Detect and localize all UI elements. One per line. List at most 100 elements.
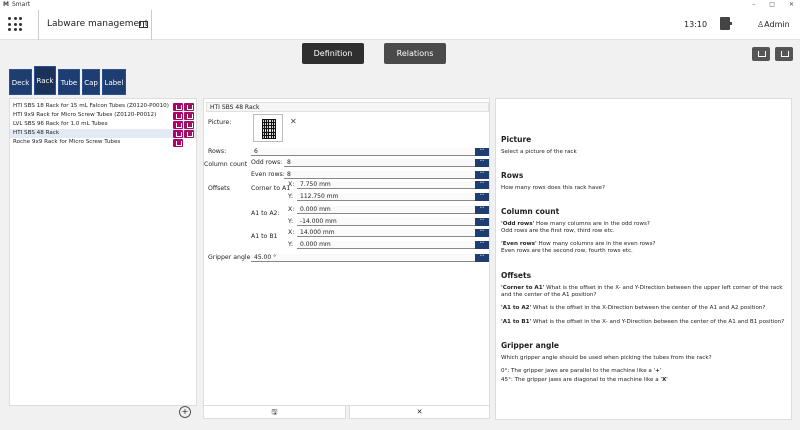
save-icon: 🖫 [271, 408, 278, 416]
page-title: Labware management [47, 19, 149, 29]
rack-picture[interactable] [253, 114, 283, 142]
gripper-angle-label: Gripper angle: [208, 254, 253, 261]
stepper-icon[interactable]: ˄˅ [475, 159, 489, 167]
delete-icon[interactable] [173, 139, 183, 147]
help-a1a2-text: 'A1 to A2' What is the offset in the X-D… [501, 305, 765, 313]
even-rows-value: 8 [287, 171, 291, 178]
odd-rows-label: Odd rows: [251, 159, 283, 166]
rack-definition-form: HTI SBS 48 Rack Picture: ✕ Rows: 6 ˄˅ Col… [203, 98, 490, 406]
a1-b1-y-input[interactable]: 0.000 mm ˄˅ [297, 241, 489, 249]
rows-value: 6 [254, 148, 258, 155]
list-item[interactable]: HTI SBS 18 Rack for 15 mL Falcon Tubes (… [10, 102, 196, 111]
help-a1b1-key: 'A1 to B1' [501, 319, 532, 325]
help-odd-rows-text2: Odd rows are the first row, third row et… [501, 228, 615, 234]
close-icon[interactable]: ✕ [789, 0, 794, 10]
window-titlebar: M Smart – □ ✕ [0, 0, 800, 10]
delete-icon[interactable] [173, 121, 183, 129]
a1-a2-y-input[interactable]: -14.000 mm ˄˅ [297, 218, 489, 226]
help-corner-text2: and the center of the A1 position? [501, 292, 597, 298]
help-gripper-text: Which gripper angle should be used when … [501, 355, 712, 361]
stepper-icon[interactable]: ˄˅ [475, 193, 489, 201]
user-menu[interactable]: ♙Admin [757, 20, 790, 29]
delete-icon[interactable] [173, 130, 183, 138]
add-rack-button[interactable]: + [179, 406, 191, 418]
corner-a1-label: Corner to A1 [251, 185, 291, 192]
help-even-rows-text2: Even rows are the second row, fourth row… [501, 248, 633, 254]
help-corner-key: 'Corner to A1' [501, 285, 545, 291]
help-picture-title: Picture [501, 135, 532, 144]
cancel-button[interactable]: ✕ [349, 405, 490, 419]
list-item-selected[interactable]: HTI SBS 48 Rack [10, 129, 196, 138]
tab-label[interactable]: Label [102, 69, 126, 95]
help-column-title: Column count [501, 207, 560, 216]
even-rows-label: Even rows: [251, 171, 285, 178]
save-button[interactable]: 🖫 [203, 405, 346, 419]
gripper-angle-input[interactable]: 45.00 ° ˄˅ [251, 254, 489, 262]
rows-input[interactable]: 6 ˄˅ [251, 148, 489, 156]
list-item[interactable]: Roche 9x9 Rack for Micro Screw Tubes [10, 138, 196, 147]
download-icon[interactable] [775, 47, 793, 61]
edit-icon[interactable] [184, 121, 194, 129]
delete-icon[interactable] [173, 112, 183, 120]
close-icon: ✕ [416, 408, 423, 416]
app-menu-grid-icon[interactable] [8, 17, 22, 31]
list-item[interactable]: HTI 9x9 Rack for Micro Screw Tubes (Z012… [10, 111, 196, 120]
offsets-label: Offsets [208, 185, 230, 192]
edit-icon[interactable] [184, 112, 194, 120]
corner-x-input[interactable]: 7.750 mm ˄˅ [297, 181, 489, 189]
relations-button[interactable]: Relations [384, 43, 446, 64]
stepper-icon[interactable]: ˄˅ [475, 171, 489, 179]
a1-a2-x-input[interactable]: 0.000 mm ˄˅ [297, 206, 489, 214]
tab-tube[interactable]: Tube [58, 69, 80, 95]
list-item-label: HTI 9x9 Rack for Micro Screw Tubes (Z012… [13, 112, 157, 118]
book-icon[interactable] [139, 21, 148, 28]
rows-label: Rows: [208, 148, 227, 155]
help-a1b1-desc: What is the offset in the X- and Y-Direc… [531, 319, 785, 325]
corner-x-label: X: [288, 181, 295, 188]
list-item[interactable]: LVL SBS 96 Rack for 1.0 mL Tubes [10, 120, 196, 129]
stepper-icon[interactable]: ˄˅ [475, 254, 489, 262]
minimize-icon[interactable]: – [752, 0, 755, 10]
help-a1b1-text: 'A1 to B1' What is the offset in the X- … [501, 319, 784, 327]
labware-tabs: Deck Rack Tube Cap Label [9, 66, 126, 95]
corner-y-input[interactable]: 112.750 mm ˄˅ [297, 193, 489, 201]
a1-b1-x-input[interactable]: 14.000 mm ˄˅ [297, 229, 489, 237]
odd-rows-value: 8 [287, 159, 291, 166]
help-odd-rows-key: 'Odd rows' [501, 221, 535, 227]
picture-label: Picture: [208, 119, 232, 126]
help-zero-deg-text: 0°: The gripper jaws are parallel to the… [501, 368, 662, 374]
even-rows-input[interactable]: 8 ˄˅ [284, 171, 489, 179]
a1-a2-label: A1 to A2: [251, 210, 280, 217]
stepper-icon[interactable]: ˄˅ [475, 148, 489, 156]
tab-cap[interactable]: Cap [82, 69, 100, 95]
help-even-rows-desc: How many columns are in the even rows? [536, 241, 656, 247]
edit-icon[interactable] [184, 130, 194, 138]
help-45-deg-desc: 45°: The gripper jaws are diagonal to th… [501, 377, 662, 383]
cross-icon: X [661, 377, 667, 383]
tab-rack[interactable]: Rack [34, 66, 56, 95]
help-offsets-title: Offsets [501, 271, 532, 280]
logout-icon[interactable] [720, 17, 732, 30]
delete-icon[interactable] [173, 103, 183, 111]
window-controls: – □ ✕ [752, 0, 794, 10]
user-name: Admin [764, 20, 790, 29]
rack-name-field[interactable]: HTI SBS 48 Rack [206, 102, 489, 112]
clear-picture-icon[interactable]: ✕ [290, 117, 297, 126]
definition-button[interactable]: Definition [302, 43, 364, 64]
a1-a2-x-label: X: [288, 206, 295, 213]
stepper-icon[interactable]: ˄˅ [475, 206, 489, 214]
odd-rows-input[interactable]: 8 ˄˅ [284, 159, 489, 167]
list-item-label: LVL SBS 96 Rack for 1.0 mL Tubes [13, 121, 108, 127]
stepper-icon[interactable]: ˄˅ [475, 241, 489, 249]
stepper-icon[interactable]: ˄˅ [475, 181, 489, 189]
maximize-icon[interactable]: □ [769, 0, 775, 10]
upload-icon[interactable] [752, 47, 770, 61]
help-a1a2-desc: What is the offset in the X-Direction be… [531, 305, 766, 311]
a1-b1-label: A1 to B1 [251, 233, 278, 240]
edit-icon[interactable] [184, 103, 194, 111]
stepper-icon[interactable]: ˄˅ [475, 229, 489, 237]
stepper-icon[interactable]: ˄˅ [475, 218, 489, 226]
app-logo-icon: M [3, 1, 9, 8]
tab-deck[interactable]: Deck [9, 69, 32, 95]
a1-b1-x-value: 14.000 mm [300, 229, 335, 236]
